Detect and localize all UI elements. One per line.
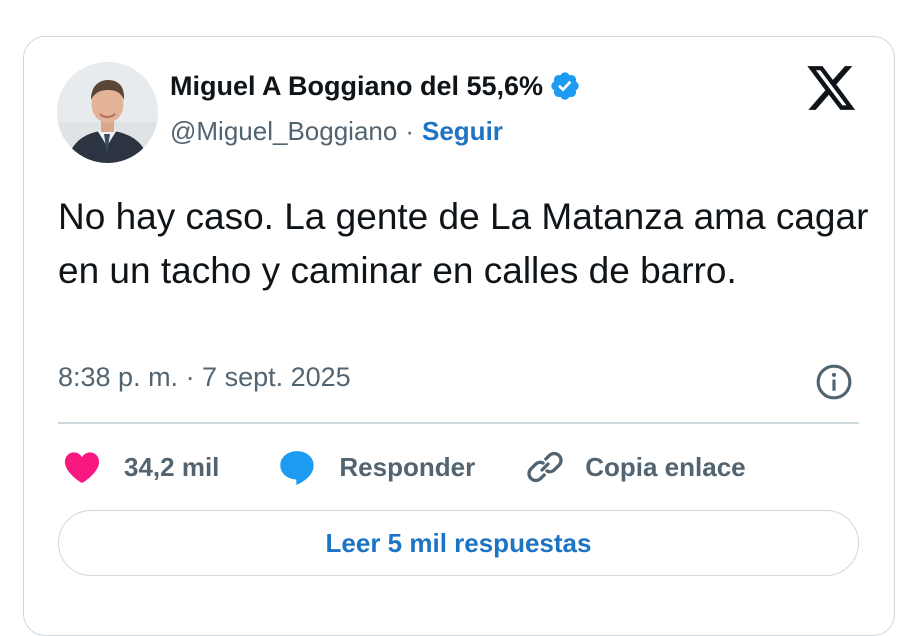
verified-badge-icon <box>551 72 579 100</box>
handle-separator: · <box>405 116 414 146</box>
copy-link-label: Copia enlace <box>585 451 746 482</box>
reply-label: Responder <box>339 451 476 482</box>
reply-bubble-icon <box>280 451 315 485</box>
info-icon[interactable] <box>815 363 853 401</box>
like-button[interactable]: 34,2 mil <box>62 447 219 487</box>
author-handle-row: @Miguel_Boggiano · Seguir <box>170 116 503 147</box>
like-count: 34,2 mil <box>124 451 220 482</box>
link-icon <box>527 451 563 483</box>
author-name-row: Miguel A Boggiano del 55,6% <box>170 70 581 102</box>
tweet-text: No hay caso. La gente de La Matanza ama … <box>58 196 869 291</box>
x-logo-icon[interactable] <box>807 66 857 112</box>
follow-button[interactable]: Seguir <box>422 116 503 147</box>
copy-link-button[interactable]: Copia enlace <box>525 447 746 487</box>
tweet-timestamp[interactable]: 8:38 p. m. · 7 sept. 2025 <box>58 362 351 393</box>
author-handle[interactable]: @Miguel_Boggiano <box>170 116 397 147</box>
tweet-meta-row: 8:38 p. m. · 7 sept. 2025 <box>58 362 859 393</box>
avatar[interactable] <box>57 62 158 163</box>
profile-photo <box>57 62 158 163</box>
tweet-actions: 34,2 mil Responder Copia enlace <box>62 446 746 488</box>
heart-icon <box>64 452 100 483</box>
read-replies-button[interactable]: Leer 5 mil respuestas <box>58 510 859 576</box>
author-display-name[interactable]: Miguel A Boggiano del 55,6% <box>170 71 543 102</box>
divider <box>58 422 859 424</box>
reply-button[interactable]: Responder <box>277 447 475 487</box>
